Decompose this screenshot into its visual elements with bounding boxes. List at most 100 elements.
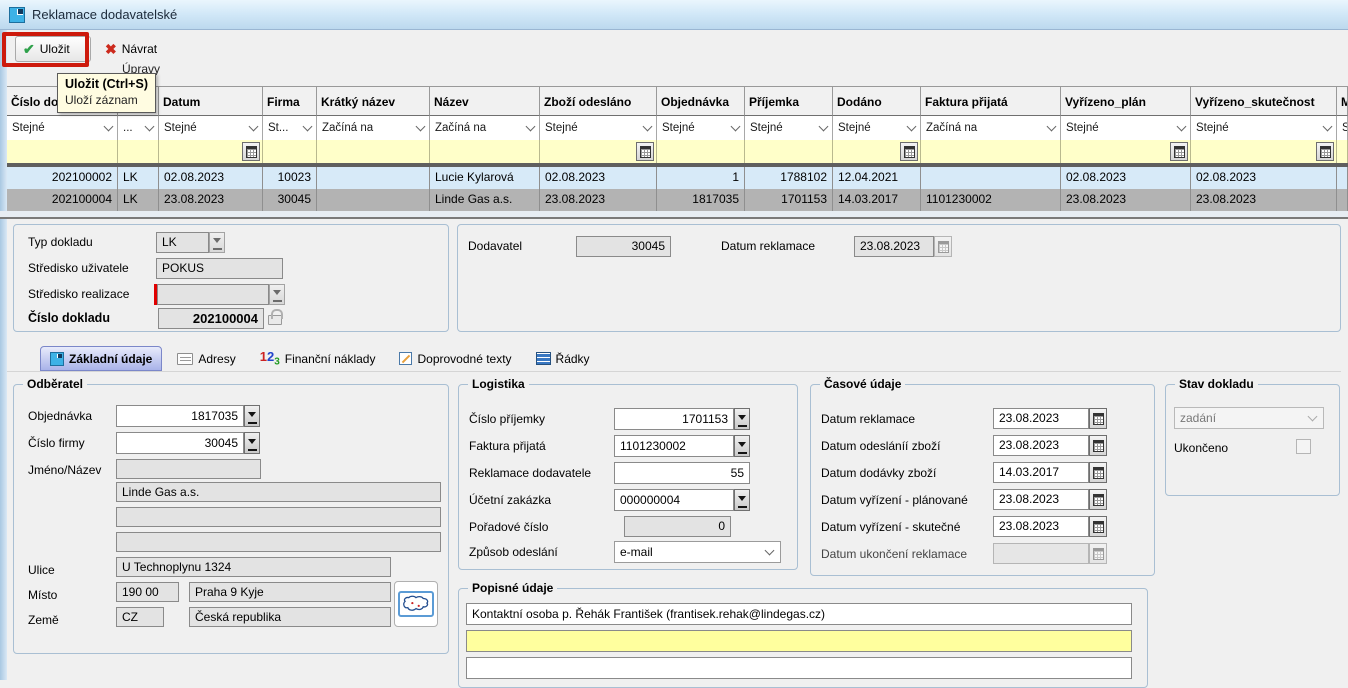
calendar-button[interactable]: [1089, 516, 1107, 537]
objednavka-field[interactable]: 1817035: [116, 405, 244, 427]
column-header-Zboží odesláno[interactable]: Zboží odesláno: [540, 86, 657, 116]
cell: 23.08.2023: [1191, 189, 1337, 211]
column-header-Vyřízeno_plán[interactable]: Vyřízeno_plán: [1061, 86, 1191, 116]
calendar-button[interactable]: [1089, 489, 1107, 510]
popis-line1-input[interactable]: Kontaktní osoba p. Řehák František (fran…: [466, 603, 1132, 625]
filter-combobox-Vyřízeno_skutečnost[interactable]: Stejné: [1191, 116, 1337, 140]
filter-combobox-Krátký název[interactable]: Začíná na: [317, 116, 430, 140]
column-header-Datum[interactable]: Datum: [159, 86, 263, 116]
entry-cell-blank-1[interactable]: [118, 140, 159, 163]
datum-vyrizeni-skutecne-field[interactable]: 23.08.2023: [993, 516, 1089, 537]
save-button[interactable]: ✔ Uložit: [15, 36, 91, 62]
tab-radky[interactable]: Řádky: [527, 346, 599, 371]
datum-reklamace-field[interactable]: 23.08.2023: [993, 408, 1089, 429]
stredisko-realizace-lookup-button[interactable]: [269, 284, 285, 305]
entry-cell-Datum[interactable]: [159, 140, 263, 163]
calendar-button[interactable]: [1089, 435, 1107, 456]
entry-cell-Dodáno[interactable]: [833, 140, 921, 163]
calendar-button[interactable]: [242, 142, 260, 161]
map-button[interactable]: [394, 581, 438, 627]
filter-value: Stejné: [545, 122, 578, 134]
filter-combobox-Příjemka[interactable]: Stejné: [745, 116, 833, 140]
chevron-down-icon: [526, 121, 536, 131]
chevron-down-icon: [249, 121, 259, 131]
tooltip-body: Uloží záznam: [65, 93, 148, 107]
ukonceno-checkbox: [1296, 439, 1311, 454]
calendar-button[interactable]: [1089, 408, 1107, 429]
datum-ukonceni-reklamace-field: [993, 543, 1089, 564]
column-header-Příjemka[interactable]: Příjemka: [745, 86, 833, 116]
filter-combobox-Objednávka[interactable]: Stejné: [657, 116, 745, 140]
tab-adresy[interactable]: Adresy: [168, 346, 244, 371]
cell: 23.08.2023: [540, 189, 657, 211]
faktura-prijata-field[interactable]: 1101230002: [614, 435, 734, 457]
datum-ukonceni-reklamace-label: Datum ukončení reklamace: [821, 547, 967, 561]
cislo-prijemky-lookup-button[interactable]: [734, 408, 750, 430]
calendar-button[interactable]: [1089, 462, 1107, 483]
entry-cell-Příjemka[interactable]: [745, 140, 833, 163]
popis-line2-input[interactable]: [466, 630, 1132, 652]
filter-combobox-Faktura přijatá[interactable]: Začíná na: [921, 116, 1061, 140]
entry-cell-Zboží odesláno[interactable]: [540, 140, 657, 163]
entry-cell-Vyřízeno_plán[interactable]: [1061, 140, 1191, 163]
cislo-firmy-field[interactable]: 30045: [116, 432, 244, 454]
column-header-Krátký název[interactable]: Krátký název: [317, 86, 430, 116]
stredisko-realizace-field[interactable]: [157, 284, 269, 305]
filter-combobox-Dodáno[interactable]: Stejné: [833, 116, 921, 140]
entry-cell-Krátký název[interactable]: [317, 140, 430, 163]
cislo-firmy-lookup-button[interactable]: [244, 432, 260, 454]
tab-zakladni-udaje[interactable]: Základní údaje: [40, 346, 162, 371]
entry-cell-Číslo dokladu[interactable]: [7, 140, 118, 163]
calendar-button[interactable]: [1316, 142, 1334, 161]
ucetni-zakazka-field[interactable]: 000000004: [614, 489, 734, 511]
filter-combobox-Zboží odesláno[interactable]: Stejné: [540, 116, 657, 140]
column-header-Firma[interactable]: Firma: [263, 86, 317, 116]
filter-combobox-Vyřízeno_plán[interactable]: Stejné: [1061, 116, 1191, 140]
return-button[interactable]: ✖ Návrat: [101, 36, 175, 62]
tab-financni-naklady[interactable]: 123 Finanční náklady: [251, 346, 385, 371]
table-row[interactable]: 202100002LK02.08.202310023Lucie Kylarová…: [7, 167, 1348, 189]
tab-doprovodne-texty[interactable]: Doprovodné texty: [390, 346, 520, 371]
filter-combobox-Firma[interactable]: St...: [263, 116, 317, 140]
entry-cell-Název[interactable]: [430, 140, 540, 163]
column-header-Název[interactable]: Název: [430, 86, 540, 116]
typ-dokladu-lookup-button[interactable]: [209, 232, 225, 253]
popis-line3-input[interactable]: [466, 657, 1132, 679]
column-header-M[interactable]: M: [1337, 86, 1348, 116]
stredisko-uzivatele-field[interactable]: POKUS: [156, 258, 283, 279]
filter-combobox-blank-1[interactable]: ...: [118, 116, 159, 140]
entry-cell-Objednávka[interactable]: [657, 140, 745, 163]
filter-combobox-Číslo dokladu[interactable]: Stejné: [7, 116, 118, 140]
cell: 02.08.2023: [1061, 167, 1191, 189]
calendar-button[interactable]: [636, 142, 654, 161]
objednavka-lookup-button[interactable]: [244, 405, 260, 427]
calendar-button[interactable]: [1170, 142, 1188, 161]
datum-odeslani-zbozi-field[interactable]: 23.08.2023: [993, 435, 1089, 456]
filter-combobox-Název[interactable]: Začíná na: [430, 116, 540, 140]
entry-cell-Vyřízeno_skutečnost[interactable]: [1191, 140, 1337, 163]
column-header-Dodáno[interactable]: Dodáno: [833, 86, 921, 116]
column-header-Vyřízeno_skutečnost[interactable]: Vyřízeno_skutečnost: [1191, 86, 1337, 116]
cislo-firmy-label: Číslo firmy: [28, 436, 85, 450]
zpusob-odeslani-combobox[interactable]: e-mail: [614, 541, 781, 563]
table-row[interactable]: 202100004LK23.08.202330045Linde Gas a.s.…: [7, 189, 1348, 211]
filter-value: Stejné: [662, 122, 695, 134]
reklamace-dodavatele-field[interactable]: 55: [614, 462, 750, 484]
misto-label: Místo: [28, 588, 57, 602]
datum-vyrizeni-planovane-field[interactable]: 23.08.2023: [993, 489, 1089, 510]
filter-combobox-M[interactable]: S: [1337, 116, 1348, 140]
typ-dokladu-field[interactable]: LK: [156, 232, 209, 253]
calendar-button[interactable]: [900, 142, 918, 161]
column-header-Objednávka[interactable]: Objednávka: [657, 86, 745, 116]
entry-cell-Faktura přijatá[interactable]: [921, 140, 1061, 163]
ucetni-zakazka-lookup-button[interactable]: [734, 489, 750, 511]
entry-cell-M[interactable]: [1337, 140, 1348, 163]
entry-cell-Firma[interactable]: [263, 140, 317, 163]
filter-value: Stejné: [1066, 122, 1099, 134]
calendar-icon: [1320, 146, 1331, 158]
column-header-Faktura přijatá[interactable]: Faktura přijatá: [921, 86, 1061, 116]
filter-combobox-Datum[interactable]: Stejné: [159, 116, 263, 140]
cislo-prijemky-field[interactable]: 1701153: [614, 408, 734, 430]
datum-dodavky-zbozi-field[interactable]: 14.03.2017: [993, 462, 1089, 483]
faktura-prijata-lookup-button[interactable]: [734, 435, 750, 457]
